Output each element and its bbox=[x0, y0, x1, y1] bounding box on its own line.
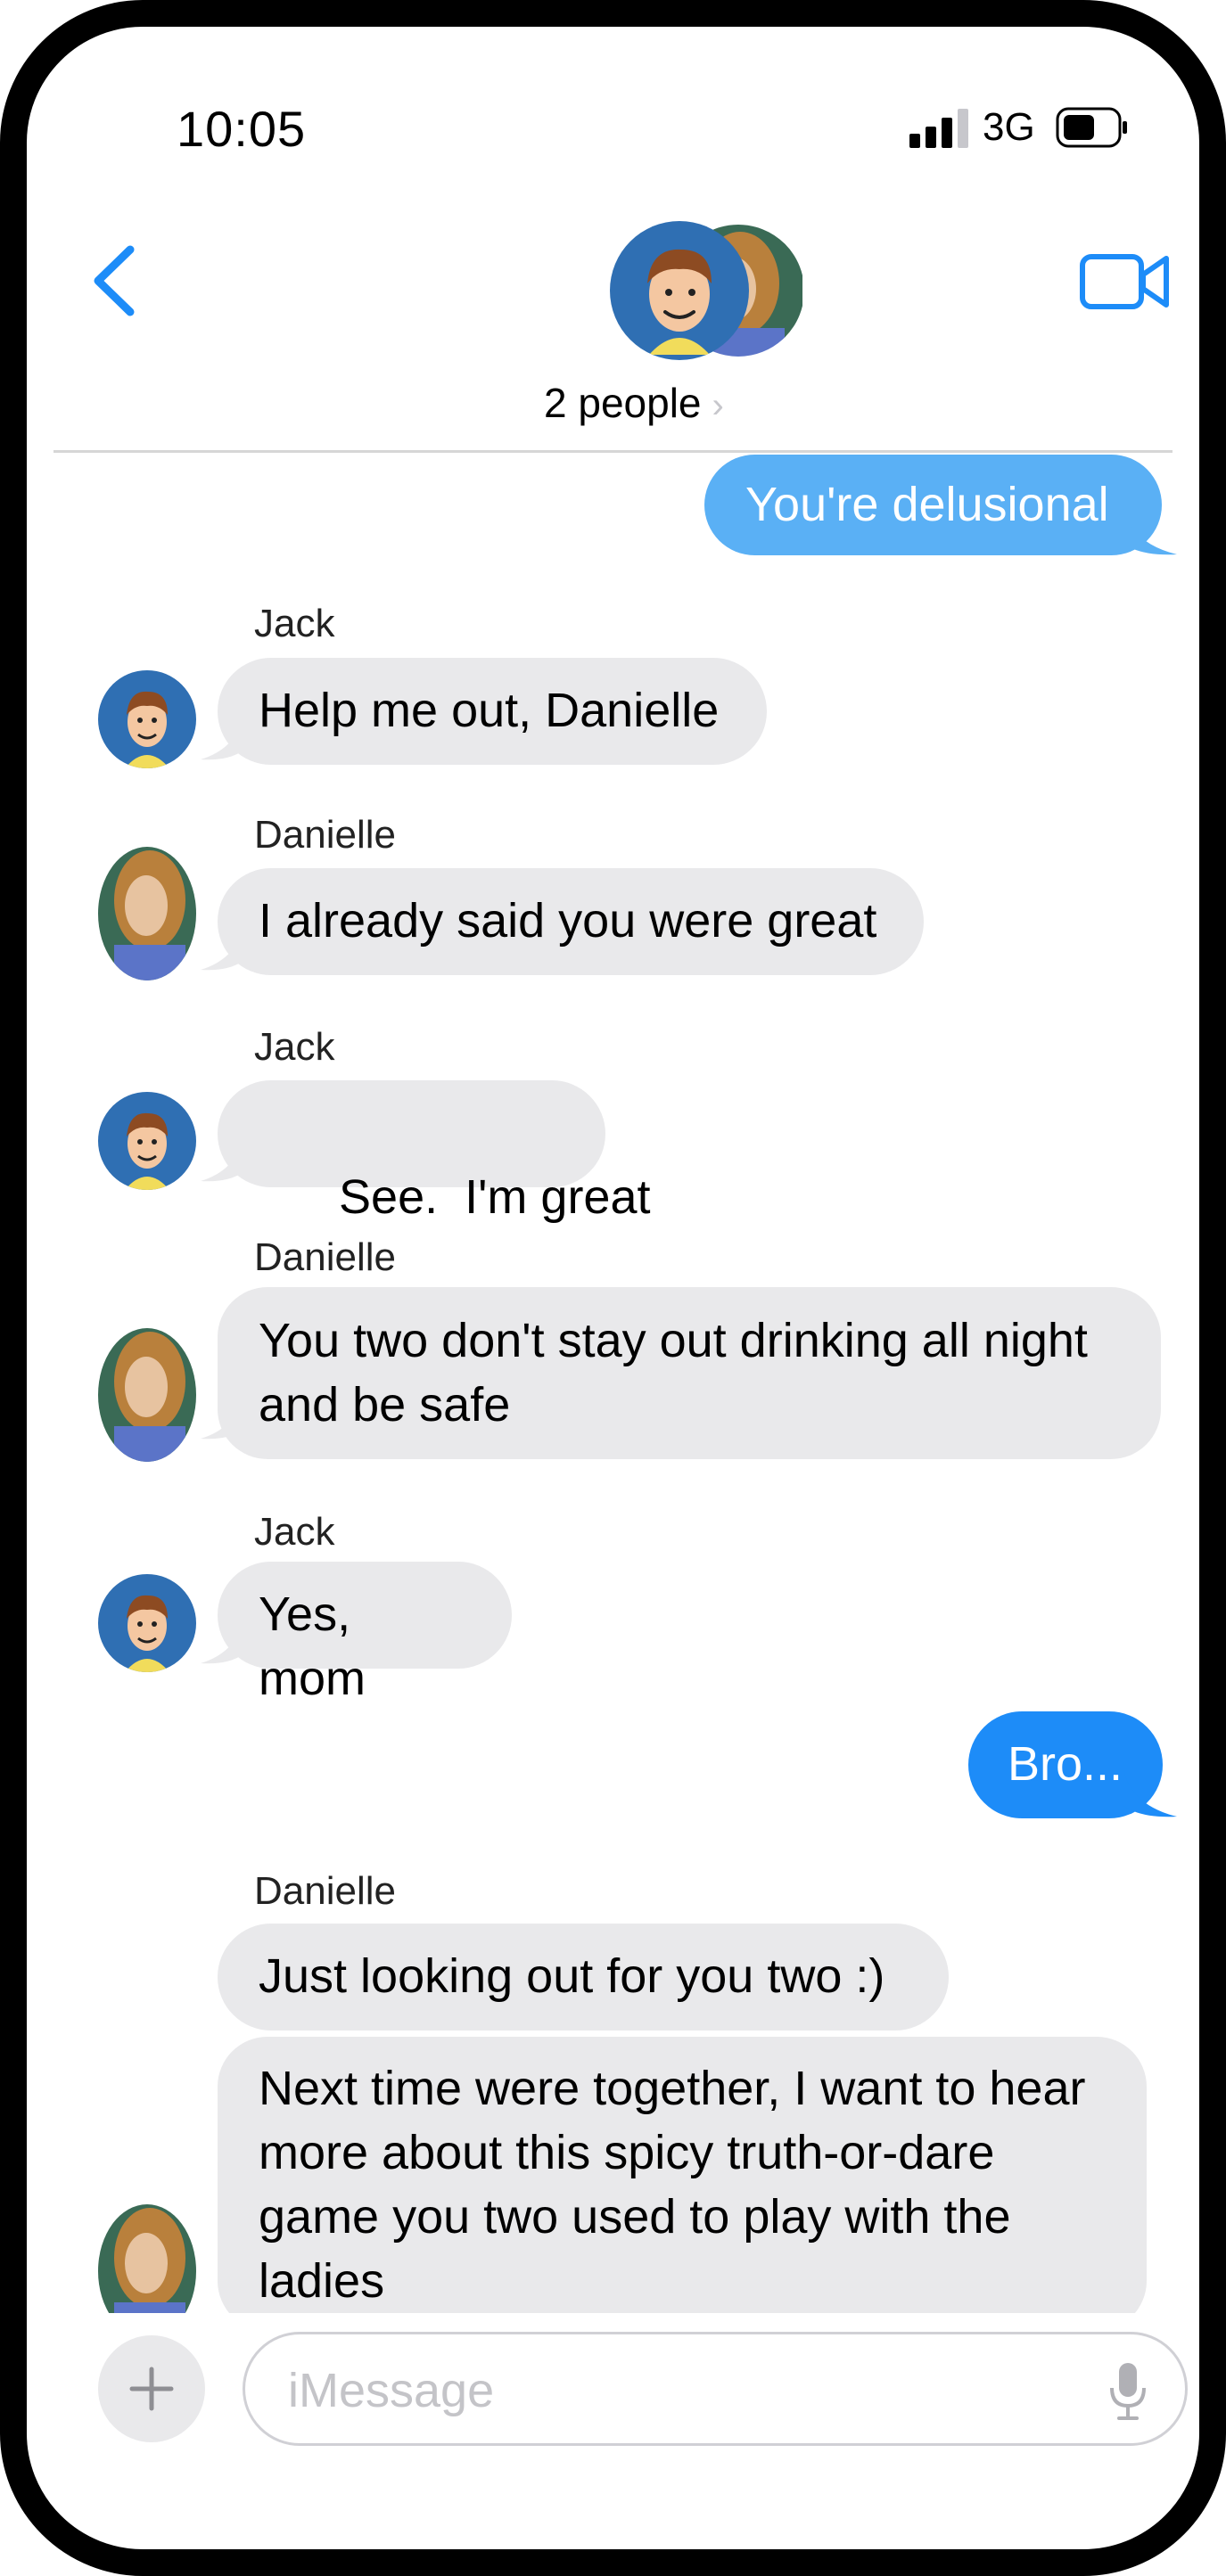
sender-name: Jack bbox=[254, 1025, 335, 1069]
message-text-line: game you two used to play with the bbox=[259, 2190, 1011, 2244]
compose-bar bbox=[53, 2318, 1188, 2460]
header-divider bbox=[53, 450, 1173, 453]
message-outgoing[interactable]: You're delusional bbox=[704, 455, 1162, 555]
avatar-danielle bbox=[98, 2204, 196, 2313]
people-count-link[interactable]: 2 people › bbox=[544, 379, 724, 427]
message-input-container[interactable] bbox=[243, 2332, 1188, 2446]
avatar-danielle bbox=[98, 1328, 196, 1462]
message-incoming[interactable]: Yes, mom bbox=[218, 1562, 512, 1705]
message-incoming[interactable]: Next time were together, I want to hear … bbox=[218, 2037, 1147, 2313]
message-text-line: ladies bbox=[259, 2254, 385, 2308]
add-attachment-button[interactable] bbox=[98, 2335, 205, 2442]
phone-frame: 10:05 3G 2 people › You're delusional Ja… bbox=[0, 0, 1226, 2576]
message-incoming[interactable]: Help me out, Danielle bbox=[218, 658, 767, 765]
message-text: I already said you were great bbox=[259, 894, 877, 948]
sender-name: Jack bbox=[254, 602, 335, 645]
message-text-line: more about this spicy truth-or-dare bbox=[259, 2126, 995, 2179]
avatar-danielle bbox=[98, 847, 196, 980]
message-incoming[interactable]: I already said you were great bbox=[218, 868, 924, 975]
sender-name: Danielle bbox=[254, 813, 396, 857]
message-text: You're delusional bbox=[745, 478, 1109, 531]
message-text-line: You two don't stay out drinking all nigh… bbox=[259, 1314, 1088, 1367]
signal-strength-icon bbox=[909, 109, 968, 148]
message-text: Bro... bbox=[1008, 1737, 1123, 1791]
avatar-jack bbox=[98, 1092, 196, 1190]
message-incoming[interactable]: See. I'm great bbox=[218, 1080, 651, 1224]
bubble-tail bbox=[1123, 1770, 1177, 1817]
status-time: 10:05 bbox=[177, 101, 307, 157]
message-text: Just looking out for you two :) bbox=[259, 1949, 885, 2003]
back-chevron-icon[interactable] bbox=[86, 241, 148, 321]
message-incoming[interactable]: Just looking out for you two :) bbox=[218, 1924, 949, 2030]
video-call-icon[interactable] bbox=[1079, 250, 1172, 314]
battery-icon bbox=[1056, 107, 1127, 148]
message-text: Help me out, Danielle bbox=[259, 684, 720, 737]
group-avatar[interactable] bbox=[606, 221, 802, 364]
microphone-icon[interactable] bbox=[1107, 2361, 1149, 2422]
plus-icon bbox=[129, 2367, 174, 2411]
message-text-line: Next time were together, I want to hear bbox=[259, 2062, 1086, 2115]
sender-name: Jack bbox=[254, 1510, 335, 1554]
bubble-tail bbox=[1123, 508, 1177, 555]
message-text: See. I'm great bbox=[339, 1170, 651, 1224]
message-incoming[interactable]: You two don't stay out drinking all nigh… bbox=[218, 1287, 1161, 1459]
chevron-right-icon: › bbox=[712, 386, 724, 425]
network-type: 3G bbox=[983, 105, 1035, 149]
people-count-label: 2 people bbox=[544, 380, 702, 426]
sender-name: Danielle bbox=[254, 1235, 396, 1279]
message-text-line: and be safe bbox=[259, 1378, 511, 1432]
message-thread: You're delusional Jack Help me out, Dani… bbox=[53, 455, 1199, 2313]
avatar-jack bbox=[98, 1574, 196, 1672]
message-input[interactable] bbox=[286, 2356, 1057, 2425]
sender-name: Danielle bbox=[254, 1869, 396, 1913]
message-text: Yes, mom bbox=[259, 1587, 366, 1705]
avatar-jack bbox=[98, 670, 196, 768]
